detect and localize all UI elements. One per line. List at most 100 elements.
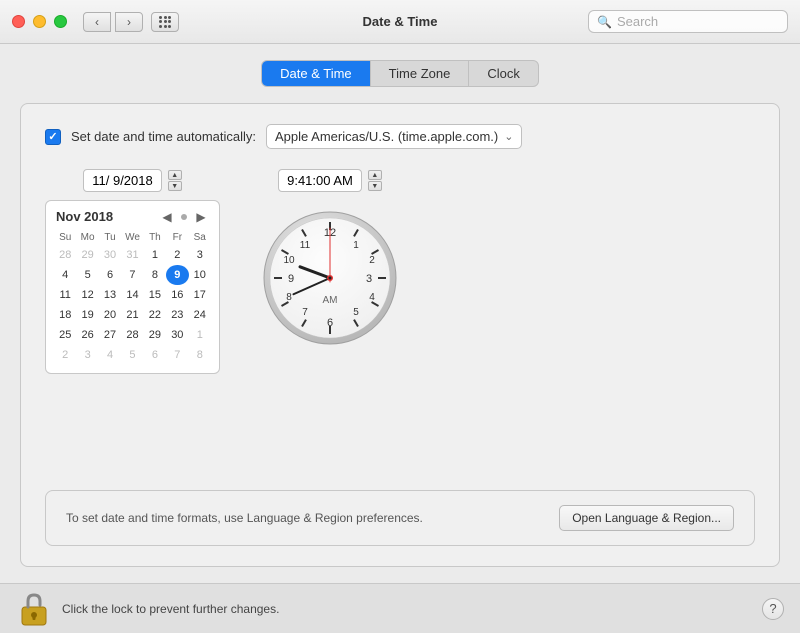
auto-set-row: ✓ Set date and time automatically: Apple… xyxy=(45,124,755,149)
auto-set-checkbox[interactable]: ✓ xyxy=(45,129,61,145)
calendar-day[interactable]: 21 xyxy=(121,305,143,325)
auto-set-label: Set date and time automatically: xyxy=(71,129,256,144)
time-field[interactable]: 9:41:00 AM xyxy=(278,169,362,192)
calendar-day[interactable]: 28 xyxy=(121,325,143,345)
date-value: 11/ 9/2018 xyxy=(92,173,152,188)
date-decrement-button[interactable]: ▼ xyxy=(168,181,182,191)
col-we: We xyxy=(121,230,143,245)
calendar-day[interactable]: 5 xyxy=(121,345,143,365)
calendar-day[interactable]: 18 xyxy=(54,305,76,325)
date-increment-button[interactable]: ▲ xyxy=(168,170,182,180)
open-language-region-button[interactable]: Open Language & Region... xyxy=(559,505,734,531)
calendar-day[interactable]: 5 xyxy=(76,265,98,285)
calendar-day[interactable]: 17 xyxy=(189,285,211,305)
calendar-day[interactable]: 28 xyxy=(54,245,76,265)
footer-lock-text: Click the lock to prevent further change… xyxy=(62,602,752,616)
calendar-day[interactable]: 29 xyxy=(144,325,166,345)
calendar-day[interactable]: 30 xyxy=(166,325,188,345)
calendar-day[interactable]: 19 xyxy=(76,305,98,325)
calendar-day[interactable]: 1 xyxy=(189,325,211,345)
time-decrement-button[interactable]: ▼ xyxy=(368,181,382,191)
calendar-day[interactable]: 3 xyxy=(76,345,98,365)
svg-text:5: 5 xyxy=(353,307,359,318)
time-stepper: ▲ ▼ xyxy=(368,170,382,191)
traffic-lights xyxy=(12,15,67,28)
calendar-day[interactable]: 8 xyxy=(144,265,166,285)
search-bar[interactable]: 🔍 xyxy=(588,10,788,33)
calendar: Nov 2018 ◀ ▶ Su Mo Tu xyxy=(45,200,220,374)
calendar-day[interactable]: 14 xyxy=(121,285,143,305)
calendar-day[interactable]: 10 xyxy=(189,265,211,285)
calendar-day[interactable]: 3 xyxy=(189,245,211,265)
calendar-day[interactable]: 23 xyxy=(166,305,188,325)
analog-clock: 12 3 6 9 1 2 4 5 7 8 10 11 AM xyxy=(260,208,400,348)
main-content: Date & Time Time Zone Clock ✓ Set date a… xyxy=(0,44,800,583)
time-increment-button[interactable]: ▲ xyxy=(368,170,382,180)
svg-text:9: 9 xyxy=(288,273,294,285)
calendar-day[interactable]: 6 xyxy=(99,265,121,285)
calendar-day[interactable]: 2 xyxy=(54,345,76,365)
calendar-day[interactable]: 9 xyxy=(166,265,188,285)
svg-text:7: 7 xyxy=(302,307,308,318)
calendar-day[interactable]: 4 xyxy=(54,265,76,285)
calendar-day[interactable]: 22 xyxy=(144,305,166,325)
calendar-day[interactable]: 31 xyxy=(121,245,143,265)
calendar-day[interactable]: 15 xyxy=(144,285,166,305)
calendar-day[interactable]: 2 xyxy=(166,245,188,265)
calendar-day[interactable]: 29 xyxy=(76,245,98,265)
tab-date-time[interactable]: Date & Time xyxy=(262,61,371,86)
calendar-next-button[interactable]: ▶ xyxy=(193,210,209,224)
calendar-day[interactable]: 1 xyxy=(144,245,166,265)
help-button[interactable]: ? xyxy=(762,598,784,620)
time-section: 9:41:00 AM ▲ ▼ xyxy=(260,169,400,348)
maximize-button[interactable] xyxy=(54,15,67,28)
calendar-day[interactable]: 12 xyxy=(76,285,98,305)
calendar-day[interactable]: 20 xyxy=(99,305,121,325)
calendar-day[interactable]: 7 xyxy=(121,265,143,285)
calendar-prev-button[interactable]: ◀ xyxy=(159,210,175,224)
col-tu: Tu xyxy=(99,230,121,245)
calendar-day[interactable]: 4 xyxy=(99,345,121,365)
calendar-day[interactable]: 25 xyxy=(54,325,76,345)
calendar-day[interactable]: 27 xyxy=(99,325,121,345)
calendar-day[interactable]: 24 xyxy=(189,305,211,325)
calendar-day[interactable]: 6 xyxy=(144,345,166,365)
calendar-nav: ◀ ▶ xyxy=(159,210,209,224)
calendar-day[interactable]: 16 xyxy=(166,285,188,305)
footer: Click the lock to prevent further change… xyxy=(0,583,800,633)
col-fr: Fr xyxy=(166,230,188,245)
panel: ✓ Set date and time automatically: Apple… xyxy=(20,103,780,567)
time-input-row: 9:41:00 AM ▲ ▼ xyxy=(278,169,382,192)
search-input[interactable] xyxy=(617,14,779,29)
calendar-day[interactable]: 30 xyxy=(99,245,121,265)
tab-bar: Date & Time Time Zone Clock xyxy=(20,60,780,87)
chevron-down-icon: ⌄ xyxy=(504,130,513,143)
language-region-text: To set date and time formats, use Langua… xyxy=(66,511,423,525)
calendar-day[interactable]: 13 xyxy=(99,285,121,305)
svg-text:AM: AM xyxy=(323,295,338,306)
back-button[interactable]: ‹ xyxy=(83,12,111,32)
server-dropdown[interactable]: Apple Americas/U.S. (time.apple.com.) ⌄ xyxy=(266,124,522,149)
tab-clock[interactable]: Clock xyxy=(469,61,538,86)
close-button[interactable] xyxy=(12,15,25,28)
grid-view-button[interactable] xyxy=(151,12,179,32)
col-su: Su xyxy=(54,230,76,245)
col-th: Th xyxy=(144,230,166,245)
svg-text:1: 1 xyxy=(353,240,359,251)
titlebar: ‹ › Date & Time 🔍 xyxy=(0,0,800,44)
svg-text:8: 8 xyxy=(286,292,292,303)
lock-icon[interactable] xyxy=(16,591,52,627)
calendar-day[interactable]: 26 xyxy=(76,325,98,345)
calendar-day[interactable]: 11 xyxy=(54,285,76,305)
tab-time-zone[interactable]: Time Zone xyxy=(371,61,470,86)
calendar-today-dot xyxy=(181,214,187,220)
clock-face: 12 3 6 9 1 2 4 5 7 8 10 11 AM xyxy=(260,208,400,348)
date-field[interactable]: 11/ 9/2018 xyxy=(83,169,161,192)
nav-buttons: ‹ › xyxy=(83,12,143,32)
calendar-day[interactable]: 7 xyxy=(166,345,188,365)
col-mo: Mo xyxy=(76,230,98,245)
forward-button[interactable]: › xyxy=(115,12,143,32)
calendar-day[interactable]: 8 xyxy=(189,345,211,365)
window-title: Date & Time xyxy=(363,14,438,29)
minimize-button[interactable] xyxy=(33,15,46,28)
